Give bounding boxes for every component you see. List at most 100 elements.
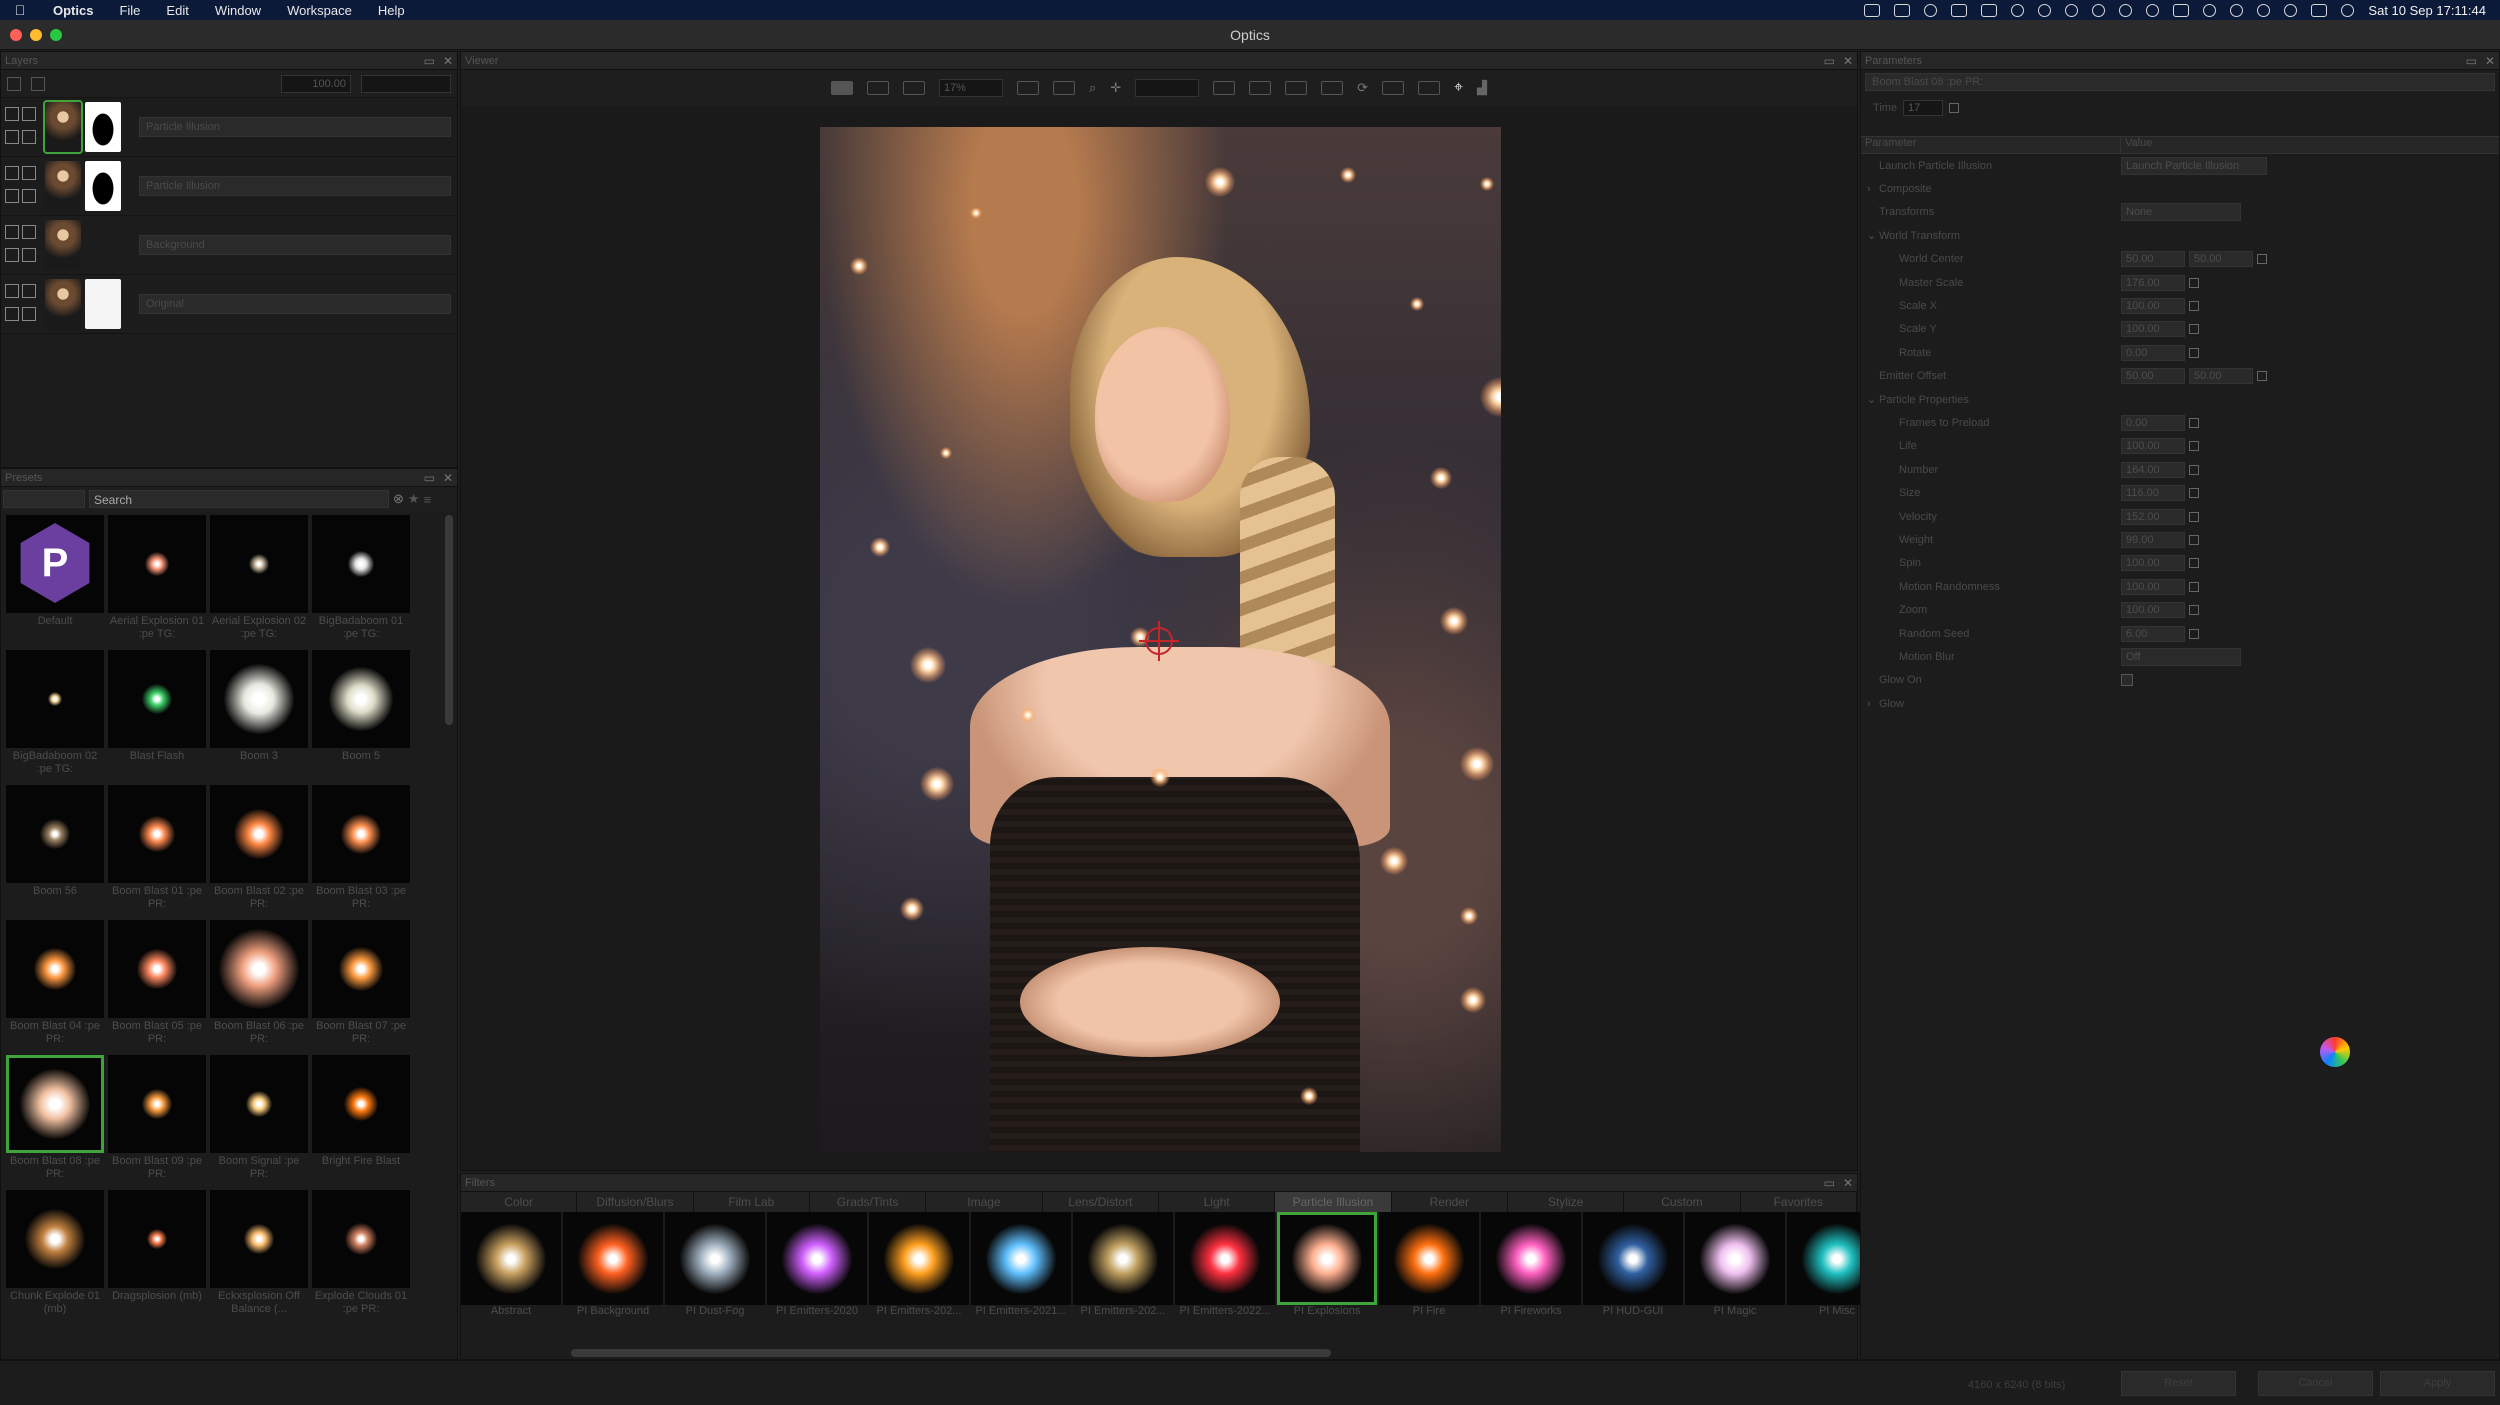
preset-item[interactable]: Boom Blast 01 :pe PR:	[107, 785, 207, 920]
preset-thumbnail[interactable]	[210, 650, 308, 748]
preset-item[interactable]: Boom Blast 02 :pe PR:	[209, 785, 309, 920]
filter-tab[interactable]: Stylize	[1507, 1192, 1625, 1212]
preset-item[interactable]: Aerial Explosion 01 :pe TG:	[107, 515, 207, 650]
layer-thumbnail[interactable]	[45, 161, 81, 211]
preset-thumbnail[interactable]	[210, 1190, 308, 1288]
zoom-window-button[interactable]	[50, 29, 62, 41]
filter-item[interactable]: PI HUD-GUI	[1583, 1212, 1683, 1318]
keyframe-icon[interactable]	[2189, 628, 2199, 639]
filter-item[interactable]: PI Emitters-2021...	[971, 1212, 1071, 1318]
menu-file[interactable]: File	[106, 3, 153, 18]
float-panel-icon[interactable]: ▭	[2466, 54, 2477, 68]
layer-visibility-icon[interactable]	[5, 166, 19, 180]
clear-search-icon[interactable]: ⊗	[393, 491, 404, 507]
single-view-icon[interactable]	[830, 81, 853, 95]
float-panel-icon[interactable]: ▭	[1824, 1176, 1835, 1190]
close-panel-icon[interactable]: ✕	[1843, 54, 1853, 68]
alpha-view-icon[interactable]	[1249, 81, 1272, 95]
keyframe-icon[interactable]	[2189, 464, 2199, 475]
menu-workspace[interactable]: Workspace	[274, 3, 365, 18]
close-panel-icon[interactable]: ✕	[443, 54, 453, 68]
preset-item[interactable]: Boom Blast 04 :pe PR:	[5, 920, 105, 1055]
filter-item[interactable]: PI Background	[563, 1212, 663, 1318]
filter-item[interactable]: Abstract	[461, 1212, 561, 1318]
keyframe-icon[interactable]	[2189, 277, 2199, 288]
filter-item[interactable]: PI Emitters-202...	[869, 1212, 969, 1318]
cancel-button[interactable]: Cancel	[2258, 1371, 2373, 1396]
keyframe-icon[interactable]	[2189, 417, 2199, 428]
presets-category-select[interactable]	[3, 490, 85, 508]
keyframe-icon[interactable]	[2257, 254, 2267, 265]
layer-lock-icon[interactable]	[5, 130, 19, 144]
preset-thumbnail[interactable]	[6, 920, 104, 1018]
time-machine-icon[interactable]	[2257, 3, 2271, 17]
close-panel-icon[interactable]: ✕	[1843, 1176, 1853, 1190]
keyframe-icon[interactable]	[2189, 488, 2199, 499]
sync-icon[interactable]	[2065, 3, 2079, 17]
apply-button[interactable]: Apply	[2380, 1371, 2495, 1396]
minimize-window-button[interactable]	[30, 29, 42, 41]
layer-lock-icon[interactable]	[5, 307, 19, 321]
preset-item[interactable]: Blast Flash	[107, 650, 207, 785]
play-icon[interactable]	[2092, 3, 2106, 17]
filter-tab[interactable]: Film Lab	[693, 1192, 810, 1212]
preset-thumbnail[interactable]	[210, 785, 308, 883]
filter-tab[interactable]: Favorites	[1740, 1192, 1857, 1212]
layer-row[interactable]: Particle Illusion	[1, 98, 457, 157]
layer-fx-icon[interactable]	[22, 284, 36, 298]
layer-visibility-icon[interactable]	[5, 284, 19, 298]
filter-thumbnail[interactable]	[1277, 1212, 1377, 1306]
parameter-value-field[interactable]: 100.00	[2121, 555, 2185, 572]
preset-item[interactable]: Boom Blast 09 :pe PR:	[107, 1055, 207, 1190]
reset-button[interactable]: Reset	[2121, 1371, 2236, 1396]
layer-row[interactable]: Background	[1, 216, 457, 275]
close-panel-icon[interactable]: ✕	[2485, 54, 2495, 68]
preset-thumbnail[interactable]	[108, 785, 206, 883]
preset-item[interactable]: Boom 56	[5, 785, 105, 920]
preset-thumbnail[interactable]	[210, 515, 308, 613]
preset-item[interactable]: Dragsplosion (mb)	[107, 1190, 207, 1325]
filter-tab[interactable]: Light	[1158, 1192, 1276, 1212]
apple-icon[interactable]: 	[0, 2, 40, 18]
preset-item[interactable]: Boom Blast 06 :pe PR:	[209, 920, 309, 1055]
preset-thumbnail[interactable]	[312, 785, 410, 883]
keyframe-icon[interactable]	[2189, 324, 2199, 335]
presets-search-input[interactable]: Search	[89, 490, 389, 508]
preset-item[interactable]: BigBadaboom 01 :pe TG:	[311, 515, 411, 650]
control-center-icon[interactable]	[2311, 3, 2328, 17]
layer-mask-thumbnail[interactable]	[85, 279, 121, 329]
menu-help[interactable]: Help	[365, 3, 418, 18]
menu-edit[interactable]: Edit	[153, 3, 201, 18]
preset-item[interactable]: Aerial Explosion 02 :pe TG:	[209, 515, 309, 650]
parameter-value-field[interactable]: 100.00	[2121, 578, 2185, 595]
moon-icon[interactable]	[2119, 3, 2133, 17]
float-panel-icon[interactable]: ▭	[424, 471, 435, 485]
chevron-down-icon[interactable]: ⌄	[1867, 393, 1879, 406]
parameter-value-field[interactable]: 116.00	[2121, 485, 2185, 502]
parameter-value-field[interactable]: 0.00	[2121, 344, 2185, 361]
filter-thumbnail[interactable]	[1685, 1212, 1785, 1306]
filter-thumbnail[interactable]	[1583, 1212, 1683, 1306]
color-picker-wheel-icon[interactable]	[2320, 1037, 2350, 1067]
launch-particle-illusion-button[interactable]: Launch Particle Illusion	[2121, 156, 2267, 175]
chevron-down-icon[interactable]: ⌄	[1867, 229, 1879, 242]
target-tool-icon[interactable]: ⌖	[1454, 79, 1463, 97]
filter-tab[interactable]: Grads/Tints	[809, 1192, 927, 1212]
notes-icon[interactable]	[1981, 3, 1998, 17]
filter-tab[interactable]: Particle Illusion	[1275, 1192, 1392, 1212]
split-view-icon[interactable]	[866, 81, 889, 95]
keyframe-icon[interactable]	[2189, 534, 2199, 545]
refresh-icon[interactable]: ⟳	[1357, 80, 1368, 96]
filter-item[interactable]: PI Emitters-2022...	[1175, 1212, 1275, 1318]
cloud-sync-icon[interactable]	[1924, 3, 1938, 17]
presets-menu-icon[interactable]: ≡	[424, 492, 432, 507]
layer-name-field[interactable]: Particle Illusion	[139, 117, 451, 137]
blend-mode-select[interactable]	[361, 74, 451, 93]
filter-tab[interactable]: Custom	[1624, 1192, 1741, 1212]
filter-tab[interactable]: Diffusion/Blurs	[577, 1192, 694, 1212]
preset-thumbnail[interactable]	[210, 920, 308, 1018]
keyframe-icon[interactable]	[1949, 103, 1960, 113]
close-window-button[interactable]	[10, 29, 22, 41]
layer-mask-icon[interactable]	[22, 307, 36, 321]
preset-thumbnail[interactable]	[108, 1190, 206, 1288]
